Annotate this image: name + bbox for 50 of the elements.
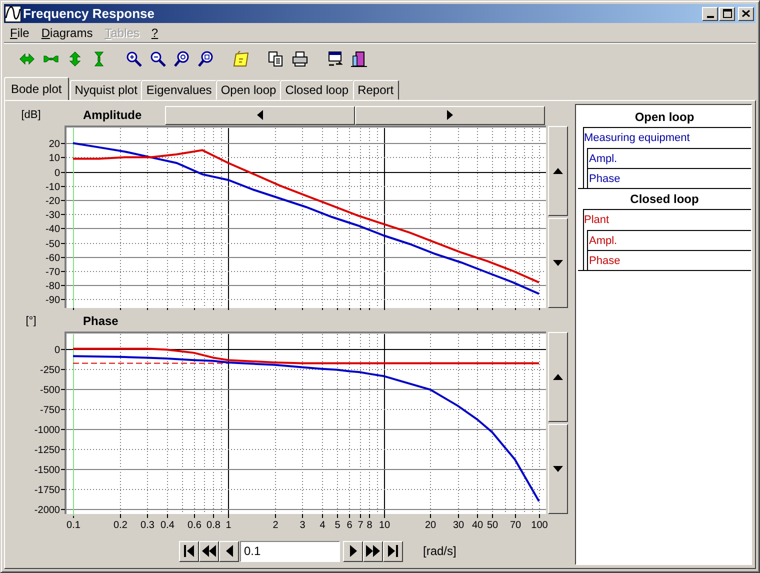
tick-label: 50 — [486, 520, 498, 531]
tick-label: 8 — [366, 520, 372, 531]
tick-label: 5 — [334, 520, 340, 531]
tick-label: 0 — [54, 345, 60, 356]
tick-label: 0.2 — [114, 520, 128, 531]
tick-label: 20 — [48, 139, 60, 150]
tick-label: 0.3 — [140, 520, 154, 531]
tick-label: -1250 — [34, 445, 60, 456]
tick-label: 10 — [48, 153, 60, 164]
tick-label: 1 — [226, 520, 232, 531]
tick-label: 0 — [54, 168, 60, 179]
tick-label: -70 — [46, 267, 60, 278]
tick-label: 0.1 — [66, 520, 80, 531]
tick-label: -10 — [46, 182, 60, 193]
tick-label: -500 — [40, 385, 60, 396]
legend-heading: Open loop — [634, 109, 696, 126]
tick-label: 30 — [452, 520, 464, 531]
tick-label: 40 — [472, 520, 484, 531]
tick-label: -50 — [46, 239, 60, 250]
tick-label: 3 — [300, 520, 306, 531]
axis-unit: [dB] — [20, 109, 42, 121]
tick-label: 0.4 — [160, 520, 174, 531]
tick-label: 6 — [346, 520, 352, 531]
axis-unit: [°] — [24, 315, 38, 327]
tick-label: -30 — [46, 210, 60, 221]
tick-label: -1000 — [34, 425, 60, 436]
tick-label: -80 — [46, 281, 60, 292]
tick-label: -250 — [40, 365, 60, 376]
chart-title: Amplitude — [82, 108, 143, 122]
tick-label: -750 — [40, 405, 60, 416]
tick-label: 70 — [510, 520, 522, 531]
tick-label: 7 — [358, 520, 364, 531]
chart-title: Phase — [82, 314, 120, 328]
tick-label: -1500 — [34, 465, 60, 476]
tick-label: -1750 — [34, 485, 60, 496]
tick-label: 10 — [378, 520, 390, 531]
unit-label: [rad/s] — [423, 544, 456, 558]
tick-label: 100 — [531, 520, 548, 531]
window-title: Frequency Response — [23, 6, 156, 21]
tick-label: -60 — [46, 253, 60, 264]
tick-label: 2 — [272, 520, 278, 531]
tick-label: -20 — [46, 196, 60, 207]
tick-label: 0.8 — [206, 520, 220, 531]
tick-label: -2000 — [34, 505, 60, 516]
tick-label: 4 — [320, 520, 326, 531]
legend-heading: Closed loop — [629, 191, 700, 208]
tick-label: -40 — [46, 224, 60, 235]
tick-label: -90 — [46, 295, 60, 306]
tick-label: 20 — [424, 520, 436, 531]
tick-label: 0.6 — [188, 520, 202, 531]
